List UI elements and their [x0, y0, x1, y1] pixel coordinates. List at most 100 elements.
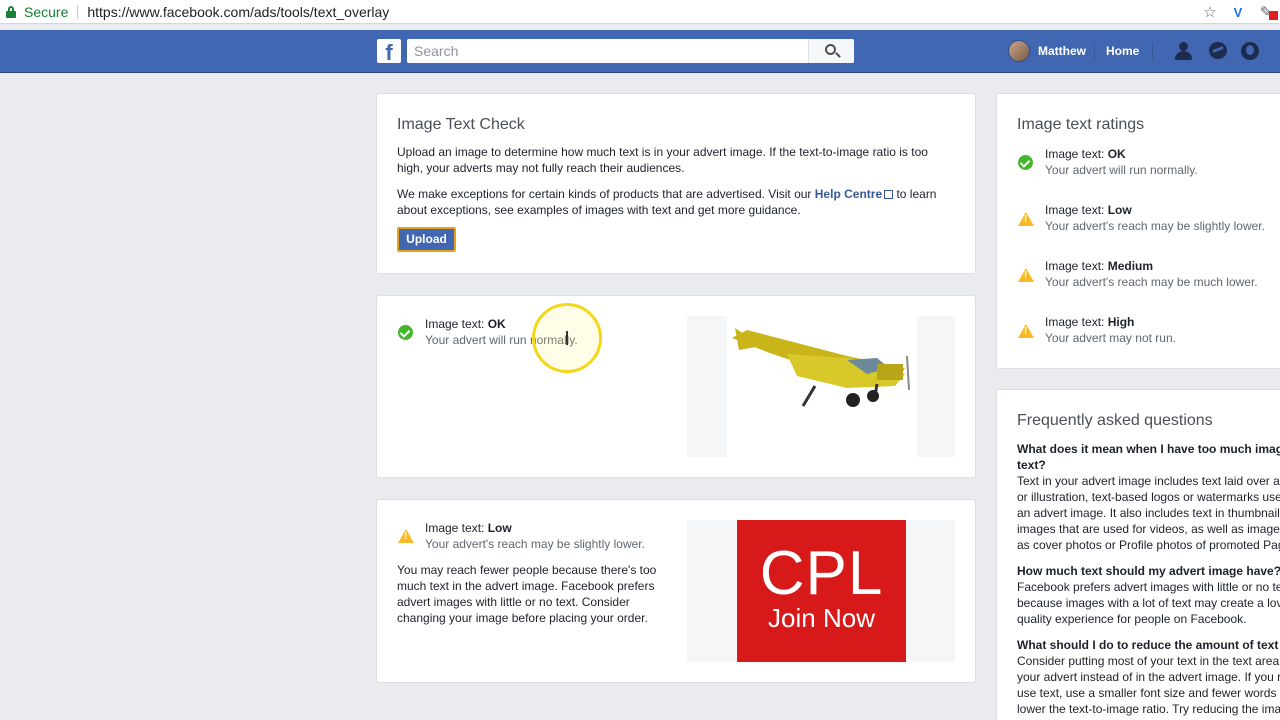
intro-paragraph: Upload an image to determine how much te…	[397, 144, 967, 176]
result-card-ok: Image text: OK Your advert will run norm…	[376, 295, 976, 478]
rating-message: Your advert will run normally.	[1045, 163, 1198, 177]
faq-answer-line: as cover photos or Profile photos of pro…	[1017, 538, 1280, 552]
text-cursor-icon	[566, 331, 568, 345]
rating-message: Your advert may not run.	[1045, 331, 1176, 345]
status-label: Image text:	[425, 521, 488, 535]
low-rating-explanation: You may reach fewer people because there…	[397, 562, 677, 626]
messenger-icon[interactable]	[1207, 41, 1229, 61]
notifications-globe-icon[interactable]	[1239, 41, 1261, 61]
upload-button[interactable]: Upload	[397, 227, 456, 252]
address-divider	[77, 4, 79, 19]
rating-item-high: Image text: High Your advert may not run…	[1045, 314, 1176, 346]
rating-item-ok: Image text: OK Your advert will run norm…	[1045, 146, 1198, 178]
rating-message: Your advert's reach may be much lower.	[1045, 275, 1258, 289]
warning-icon	[1018, 268, 1034, 282]
explanation-line: changing your image before placing your …	[397, 611, 648, 625]
facebook-logo-icon[interactable]: f	[377, 39, 401, 63]
status-label: Image text:	[425, 317, 488, 331]
search-input[interactable]	[407, 39, 808, 63]
warning-icon	[398, 529, 414, 543]
check-icon	[398, 325, 413, 340]
faq-question: What should I do to reduce the amount of…	[1017, 638, 1279, 652]
ratings-card: Image text ratings Image text: OK Your a…	[996, 93, 1280, 369]
airplane-image	[727, 316, 917, 457]
external-link-icon	[884, 190, 894, 199]
intro-line: high, your adverts may not fully reach t…	[397, 161, 685, 175]
rating-item-low: Image text: Low Your advert's reach may …	[1045, 202, 1265, 234]
faq-answer-line: quality experience for people on Faceboo…	[1017, 612, 1247, 626]
browser-address-bar: Secure https://www.facebook.com/ads/tool…	[0, 0, 1280, 24]
rating-value: Medium	[1107, 259, 1154, 273]
rating-value: OK	[1107, 147, 1126, 161]
secure-label: Secure	[24, 3, 69, 20]
faq-question-line: What does it mean when I have too much i…	[1017, 442, 1280, 456]
status-message: Your advert's reach may be slightly lowe…	[425, 537, 645, 551]
ad-subline: Join Now	[768, 603, 875, 633]
warning-icon	[1018, 212, 1034, 226]
status-rating: OK	[487, 317, 506, 331]
faq-answer: Text in your advert image includes text …	[1017, 473, 1280, 553]
check-icon	[1018, 155, 1033, 170]
faq-question: What does it mean when I have too much i…	[1017, 441, 1280, 473]
faq-answer-line: Facebook prefers advert images with litt…	[1017, 580, 1280, 594]
exceptions-text: to learn	[893, 187, 937, 201]
image-text-check-card: Image Text Check Upload an image to dete…	[376, 93, 976, 274]
airplane-icon	[732, 328, 910, 407]
faq-answer-line: lower the text-to-image ratio. Try reduc…	[1017, 702, 1280, 716]
browser-toolbar-right: ☆ V ✎	[1196, 0, 1280, 24]
rating-label: Image text:	[1045, 259, 1108, 273]
extension-v-icon[interactable]: V	[1224, 0, 1252, 24]
search-button[interactable]	[808, 39, 854, 63]
faq-answer: Facebook prefers advert images with litt…	[1017, 579, 1280, 627]
search-bar	[407, 39, 854, 63]
exceptions-paragraph: We make exceptions for certain kinds of …	[397, 186, 967, 218]
faq-answer-line: an advert image. It also includes text i…	[1017, 506, 1280, 520]
warning-icon	[1018, 324, 1034, 338]
faq-answer-line: or illustration, text-based logos or wat…	[1017, 490, 1280, 504]
ad-headline: CPL	[759, 539, 884, 608]
ad-image-preview	[687, 316, 955, 457]
rating-label: Image text:	[1045, 147, 1108, 161]
result-card-low: Image text: Low Your advert's reach may …	[376, 499, 976, 683]
faq-title: Frequently asked questions	[1017, 412, 1213, 429]
faq-answer-line: images that are used for videos, as well…	[1017, 522, 1280, 536]
exceptions-text: about exceptions, see examples of images…	[397, 203, 801, 217]
profile-link[interactable]: Matthew	[1008, 40, 1086, 62]
friend-requests-icon[interactable]	[1172, 41, 1194, 61]
page-title: Image Text Check	[397, 116, 525, 133]
faq-answer-line: Text in your advert image includes text …	[1017, 474, 1280, 488]
lock-icon	[6, 5, 16, 18]
avatar	[1008, 40, 1030, 62]
user-name: Matthew	[1038, 44, 1086, 58]
extension-pen-icon[interactable]: ✎	[1252, 0, 1280, 24]
result-status: Image text: Low Your advert's reach may …	[425, 520, 645, 552]
bookmark-star-icon[interactable]: ☆	[1196, 0, 1224, 24]
rating-label: Image text:	[1045, 203, 1108, 217]
home-link[interactable]: Home	[1106, 44, 1139, 58]
explanation-line: You may reach fewer people because there…	[397, 563, 657, 577]
faq-card: Frequently asked questions What does it …	[996, 389, 1280, 720]
help-centre-link[interactable]: Help Centre	[815, 187, 882, 201]
nav-divider	[1152, 43, 1153, 60]
nav-divider	[1094, 43, 1095, 60]
rating-value: High	[1107, 315, 1135, 329]
ad-image-preview: CPL Join Now	[687, 520, 955, 662]
url-field[interactable]: https://www.facebook.com/ads/tools/text_…	[87, 4, 389, 20]
rating-label: Image text:	[1045, 315, 1108, 329]
exceptions-text: We make exceptions for certain kinds of …	[397, 187, 815, 201]
faq-answer-line: Consider putting most of your text in th…	[1017, 654, 1280, 668]
rating-message: Your advert's reach may be slightly lowe…	[1045, 219, 1265, 233]
rating-item-medium: Image text: Medium Your advert's reach m…	[1045, 258, 1258, 290]
explanation-line: much text in the advert image. Facebook …	[397, 579, 655, 593]
status-rating: Low	[487, 521, 512, 535]
rating-value: Low	[1107, 203, 1132, 217]
cpl-ad-image: CPL Join Now	[737, 520, 906, 662]
faq-answer-line: your advert instead of in the advert ima…	[1017, 670, 1280, 684]
faq-question: How much text should my advert image hav…	[1017, 564, 1280, 578]
faq-answer: Consider putting most of your text in th…	[1017, 653, 1280, 717]
ratings-title: Image text ratings	[1017, 116, 1145, 133]
explanation-line: advert images with little or no text. Co…	[397, 595, 630, 609]
facebook-header: f Matthew Home	[0, 30, 1280, 73]
faq-question-line: text?	[1017, 458, 1046, 472]
intro-line: Upload an image to determine how much te…	[397, 145, 928, 159]
